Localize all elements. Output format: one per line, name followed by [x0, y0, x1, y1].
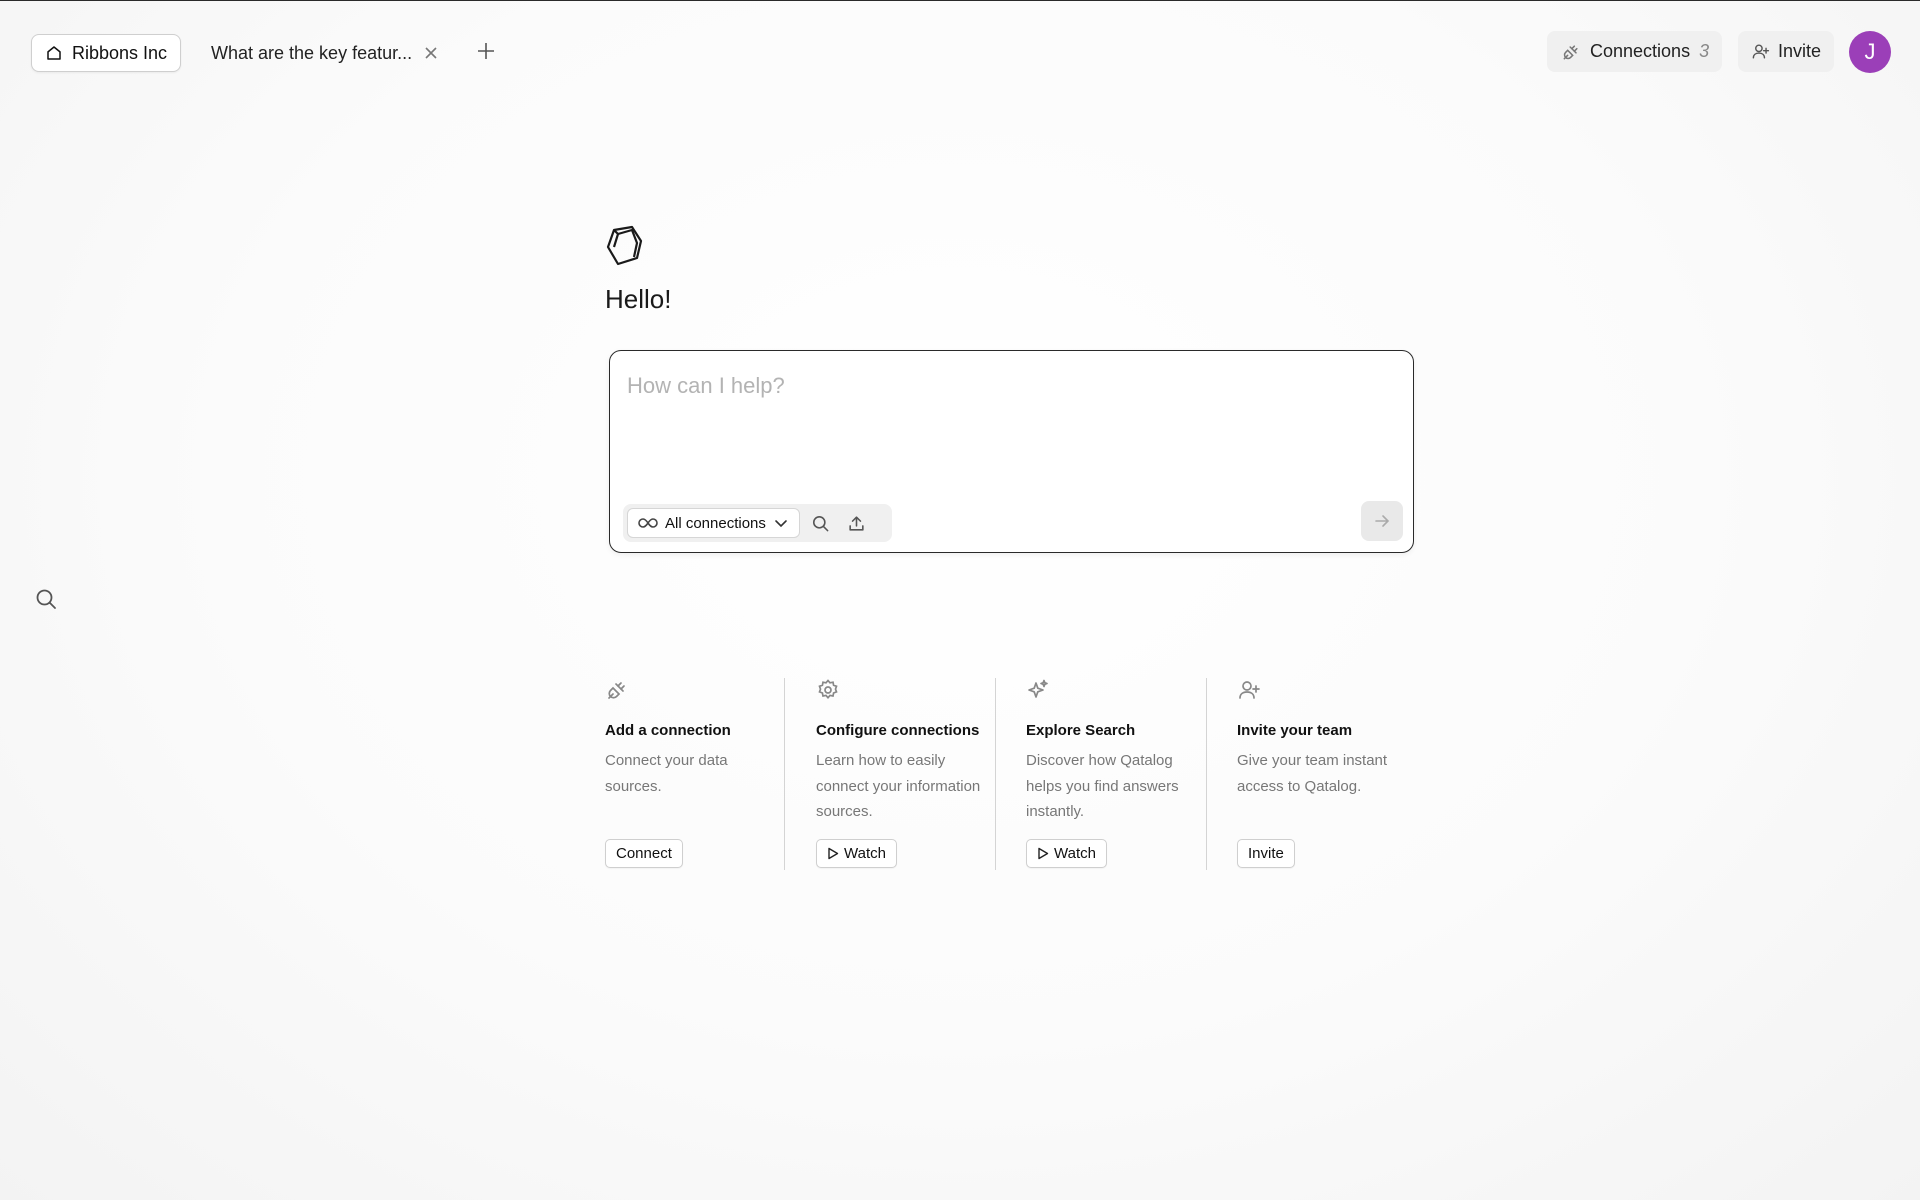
close-icon[interactable] [424, 46, 438, 60]
card-title: Add a connection [605, 722, 731, 739]
invite-team-button-label: Invite [1248, 845, 1284, 862]
gear-icon [816, 678, 840, 702]
connections-label: Connections [1590, 41, 1691, 61]
search-icon[interactable] [34, 587, 58, 611]
card-description: Connect your data sources. [605, 752, 728, 795]
card-invite-team: Invite your team Give your team instant … [1237, 678, 1417, 870]
user-plus-icon [1237, 678, 1261, 702]
watch-button-label: Watch [844, 845, 886, 862]
search-icon[interactable] [806, 508, 836, 538]
invite-button[interactable]: Invite [1738, 31, 1834, 72]
connections-scope-label: All connections [665, 514, 766, 532]
divider [995, 678, 996, 870]
connect-button-label: Connect [616, 845, 672, 862]
upload-icon[interactable] [842, 508, 872, 538]
invite-team-button[interactable]: Invite [1237, 839, 1295, 868]
card-title: Configure connections [816, 722, 980, 739]
card-description: Discover how Qatalog helps you find answ… [1026, 752, 1179, 820]
prompt-composer: All connections [609, 350, 1414, 553]
arrow-right-icon [1373, 512, 1391, 530]
onboarding-cards: Add a connection Connect your data sourc… [605, 678, 1425, 870]
divider [1206, 678, 1207, 870]
connections-count: 3 [1699, 41, 1710, 61]
plug-icon [1561, 42, 1581, 62]
app-logo-icon [604, 224, 646, 266]
connect-button[interactable]: Connect [605, 839, 683, 868]
watch-button[interactable]: Watch [816, 839, 897, 868]
chevron-down-icon [773, 515, 789, 531]
card-title: Invite your team [1237, 722, 1353, 739]
play-icon [827, 847, 839, 860]
card-configure-connections: Configure connections Learn how to easil… [816, 678, 996, 870]
greeting: Hello! [605, 284, 672, 314]
plus-icon[interactable] [476, 41, 496, 61]
infinity-icon [638, 517, 658, 529]
card-explore-search: Explore Search Discover how Qatalog help… [1026, 678, 1206, 870]
connections-scope-select[interactable]: All connections [627, 508, 800, 538]
avatar[interactable]: J [1849, 31, 1891, 73]
top-bar: Ribbons Inc What are the key featur... C… [0, 1, 1920, 105]
watch-button-label: Watch [1054, 845, 1096, 862]
prompt-input[interactable] [627, 373, 1387, 453]
watch-button[interactable]: Watch [1026, 839, 1107, 868]
card-title: Explore Search [1026, 722, 1136, 739]
card-description: Learn how to easily connect your informa… [816, 752, 981, 820]
home-icon [45, 44, 63, 62]
home-tab-label: Ribbons Inc [72, 42, 168, 63]
divider [784, 678, 785, 870]
plug-icon [605, 678, 629, 702]
card-description: Give your team instant access to Qatalog… [1237, 752, 1388, 795]
tab-conversation[interactable]: What are the key featur... [211, 34, 438, 72]
card-add-connection: Add a connection Connect your data sourc… [605, 678, 785, 870]
invite-label: Invite [1778, 41, 1822, 61]
tab-conversation-label: What are the key featur... [211, 42, 413, 63]
connections-button[interactable]: Connections 3 [1547, 31, 1722, 72]
play-icon [1037, 847, 1049, 860]
composer-toolbar: All connections [623, 504, 892, 542]
send-button[interactable] [1361, 501, 1403, 541]
user-plus-icon [1751, 42, 1770, 61]
home-tab[interactable]: Ribbons Inc [31, 34, 182, 72]
sparkle-icon [1026, 678, 1050, 702]
